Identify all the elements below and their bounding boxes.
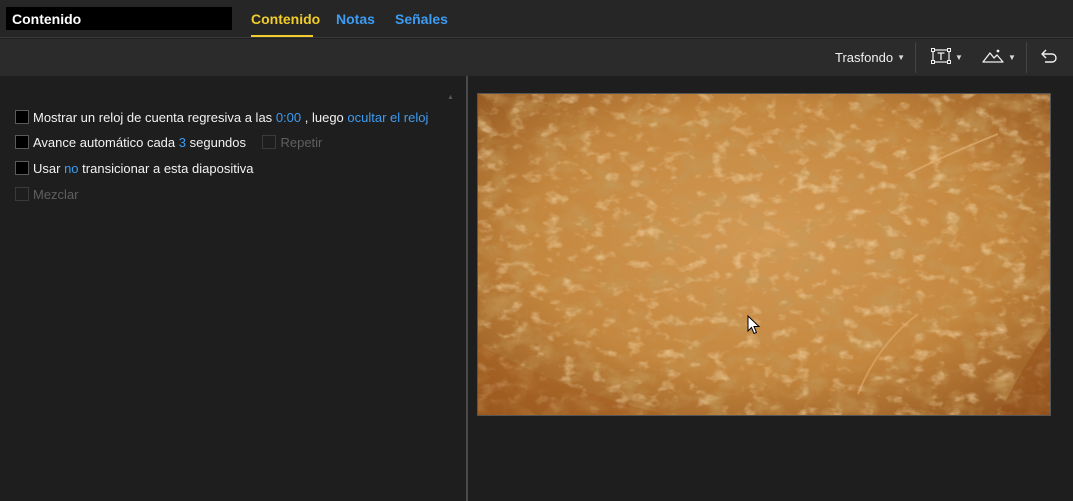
toolbar-divider (915, 42, 916, 73)
tab-notas[interactable]: Notas (336, 11, 375, 27)
transition-checkbox[interactable] (15, 161, 29, 175)
scroll-up-arrow-icon[interactable]: ▲ (447, 94, 454, 101)
caret-down-icon: ▼ (955, 53, 963, 62)
autoadvance-seconds-link[interactable]: 3 (179, 135, 186, 150)
tab-contenido[interactable]: Contenido (251, 11, 320, 27)
autoadvance-option: Avance automático cada 3 segundos Repeti… (15, 134, 322, 150)
countdown-middle: , luego (304, 109, 344, 125)
slide-background-preview[interactable] (477, 93, 1051, 416)
shuffle-checkbox[interactable] (15, 187, 29, 201)
countdown-checkbox[interactable] (15, 110, 29, 124)
undo-arrow-icon (1040, 49, 1058, 66)
repeat-checkbox[interactable] (262, 135, 277, 149)
toolbar: Trasfondo ▼ ▼ ▼ (0, 39, 1073, 76)
countdown-prefix: Mostrar un reloj de cuenta regresiva a l… (33, 109, 273, 125)
transition-prefix: Usar (33, 160, 61, 176)
slide-editor: Contenido Notas Señales Trasfondo ▼ ▼ (0, 0, 1073, 501)
countdown-option: Mostrar un reloj de cuenta regresiva a l… (15, 109, 428, 125)
background-dropdown-button[interactable]: Trasfondo ▼ (835, 39, 905, 76)
caret-down-icon: ▼ (1008, 53, 1016, 62)
image-dropdown-button[interactable]: ▼ (982, 39, 1016, 76)
top-bar: Contenido Notas Señales (0, 0, 1073, 38)
options-panel: ▲ Mostrar un reloj de cuenta regresiva a… (0, 76, 466, 501)
text-box-dropdown-button[interactable]: ▼ (931, 39, 963, 76)
shuffle-label: Mezclar (33, 186, 79, 202)
parchment-texture-image (478, 94, 1050, 415)
countdown-action-link[interactable]: ocultar el reloj (347, 110, 428, 125)
background-label: Trasfondo (835, 50, 894, 65)
transition-value-link[interactable]: no (64, 161, 78, 176)
toolbar-divider (1026, 42, 1027, 73)
repeat-label: Repetir (280, 134, 323, 150)
autoadvance-prefix: Avance automático cada (33, 134, 176, 150)
transition-suffix: transicionar a esta diapositiva (82, 160, 254, 176)
active-tab-underline (251, 35, 313, 37)
text-box-icon (931, 48, 951, 67)
tab-senales[interactable]: Señales (395, 11, 448, 27)
transition-option: Usar no transicionar a esta diapositiva (15, 160, 253, 176)
autoadvance-checkbox[interactable] (15, 135, 29, 149)
autoadvance-suffix: segundos (189, 134, 247, 150)
preview-panel (468, 76, 1073, 501)
undo-button[interactable] (1040, 39, 1058, 76)
shuffle-option: Mezclar (15, 186, 79, 202)
slide-title-input[interactable] (6, 7, 232, 30)
mountain-image-icon (982, 48, 1004, 67)
caret-down-icon: ▼ (897, 53, 905, 62)
countdown-time-link[interactable]: 0:00 (276, 110, 301, 125)
mouse-pointer-icon (747, 315, 761, 335)
